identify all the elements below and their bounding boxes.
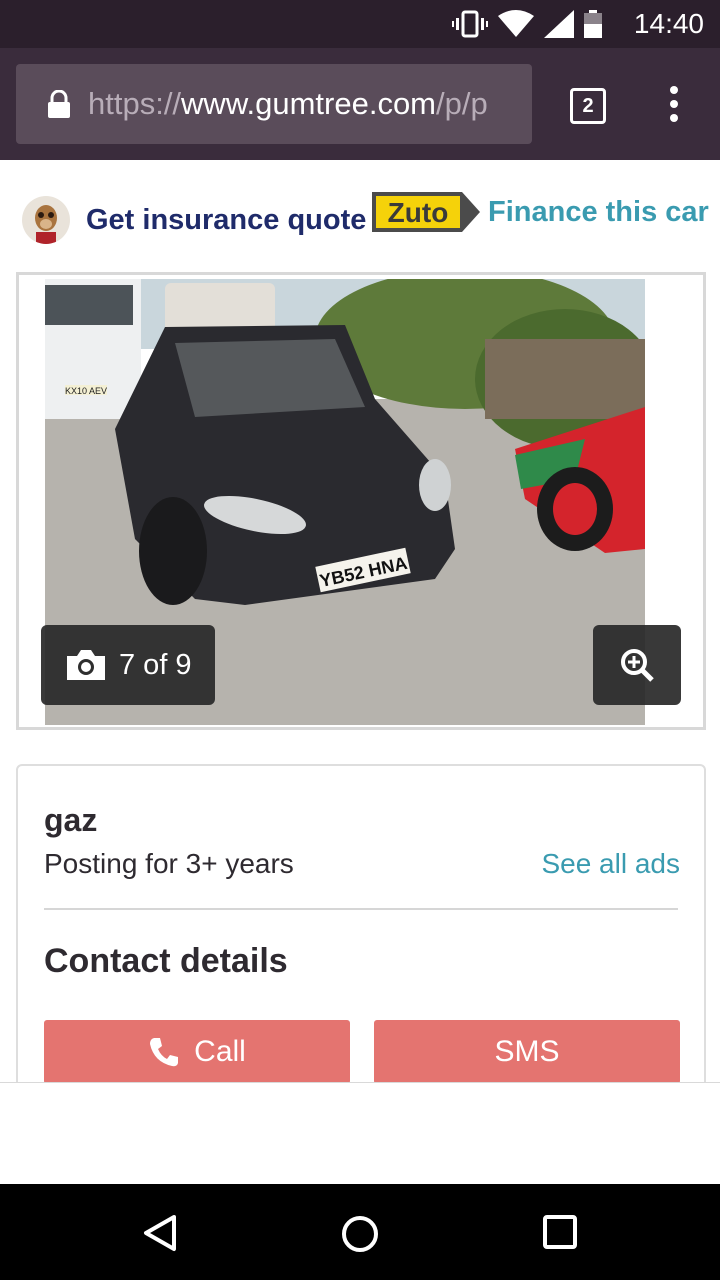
zoom-button[interactable]: [593, 625, 681, 705]
call-button[interactable]: Call: [44, 1020, 350, 1084]
zuto-logo[interactable]: Zuto: [372, 192, 480, 232]
status-bar: 14:40: [0, 0, 720, 48]
signal-icon: [544, 10, 574, 38]
url-host: www.gumtree.com: [181, 86, 437, 121]
sms-button-label: SMS: [494, 1035, 560, 1068]
back-icon[interactable]: [142, 1214, 178, 1252]
zoom-in-icon: [621, 649, 654, 682]
android-nav-bar: [0, 1184, 720, 1280]
tab-switcher-button[interactable]: 2: [570, 88, 606, 124]
seller-name: gaz: [44, 802, 98, 838]
see-all-ads-link[interactable]: See all ads: [541, 848, 680, 880]
lock-icon: [48, 90, 70, 118]
divider: [44, 908, 678, 910]
seller-card: gaz Posting for 3+ years See all ads Con…: [16, 764, 706, 1128]
photo-counter-text: 7 of 9: [119, 648, 192, 681]
camera-icon: [67, 650, 105, 680]
clock: 14:40: [633, 8, 704, 39]
posting-duration: Posting for 3+ years: [44, 848, 294, 879]
call-button-label: Call: [194, 1035, 246, 1068]
meerkat-avatar: [22, 196, 70, 244]
home-icon[interactable]: [340, 1214, 380, 1254]
wifi-icon: [498, 10, 534, 37]
van-plate-text: KX10 AEV: [65, 386, 107, 396]
overflow-menu-icon[interactable]: [664, 86, 684, 126]
photo-gallery: KX10 AEV YB52 HNA 7 of 9: [16, 272, 706, 730]
url-path: /p/p: [436, 86, 488, 121]
address-bar[interactable]: https://www.gumtree.com/p/p: [16, 64, 532, 144]
status-icons: [452, 10, 602, 38]
phone-icon: [150, 1038, 179, 1067]
recents-icon[interactable]: [542, 1214, 578, 1250]
url-prefix: https://: [88, 86, 182, 121]
contact-details-heading: Contact details: [44, 942, 288, 980]
photo-counter[interactable]: 7 of 9: [41, 625, 215, 705]
finance-car-link[interactable]: Finance this car: [488, 196, 709, 229]
browser-toolbar: https://www.gumtree.com/p/p 2: [0, 48, 720, 160]
promo-row: Get insurance quote Zuto Finance this ca…: [0, 160, 720, 270]
battery-icon: [584, 10, 602, 38]
insurance-quote-link[interactable]: Get insurance quote: [86, 204, 366, 237]
vibrate-icon: [452, 10, 488, 38]
url-text: https://www.gumtree.com/p/p: [88, 86, 488, 122]
page-bottom-area: [0, 1082, 720, 1185]
sms-button[interactable]: SMS: [374, 1020, 680, 1084]
zuto-logo-text: Zuto: [388, 197, 449, 228]
